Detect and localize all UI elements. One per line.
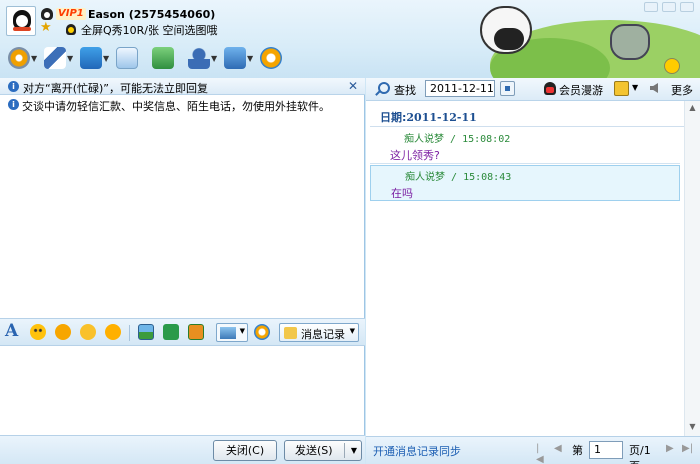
sprout-cartoon-icon (664, 58, 680, 74)
folder-icon (80, 47, 102, 69)
window-controls (644, 2, 694, 12)
history-footer: 开通消息记录同步 |◀ ◀ 第 1 页/1页 ▶ ▶| (366, 436, 700, 464)
vip-badge[interactable]: VIP1 (56, 8, 86, 20)
minimize-button[interactable] (644, 2, 658, 12)
shake-icon[interactable] (55, 324, 71, 340)
close-button[interactable]: 关闭(C) (213, 440, 277, 461)
screen-share-icon (220, 327, 236, 339)
input-toolbar: A ▼ 消息记录 ▼ (0, 318, 365, 346)
prev-page-icon[interactable]: ◀ (554, 443, 562, 454)
send-options-dropdown[interactable]: ▼ (351, 441, 357, 460)
history-toolbar: 查找 2011-12-11 会员漫游 ▼ 更多 (366, 78, 700, 101)
mail-icon (116, 47, 138, 69)
settings-icon (224, 47, 246, 69)
info-icon: i (8, 81, 19, 92)
toolbar-divider (129, 325, 130, 341)
message-sender: 痴人说梦 (404, 134, 444, 145)
message-time: / 15:08:02 (450, 134, 511, 145)
calendar-icon[interactable] (500, 81, 515, 96)
chat-toolbar: ▼ ▼ ▼ ▼ ▼ (8, 46, 290, 70)
info-icon: i (8, 99, 19, 110)
safe-icon[interactable] (254, 324, 270, 340)
security-button[interactable] (260, 46, 290, 70)
message-history-panel: 查找 2011-12-11 会员漫游 ▼ 更多 日期:2011-12-11 痴人… (366, 78, 700, 464)
more-button[interactable]: 更多 (671, 82, 693, 98)
scroll-down-icon[interactable]: ▼ (687, 422, 698, 434)
qq-show-icon (66, 24, 76, 35)
doc-icon (152, 47, 174, 69)
history-icon (284, 327, 297, 339)
cute-icon[interactable] (105, 324, 121, 340)
page-number-input[interactable]: 1 (589, 441, 623, 459)
avatar[interactable] (6, 6, 36, 36)
away-notice-text: 对方“离开(忙碌)”，可能无法立即回复 (23, 82, 208, 95)
video-call-button[interactable]: ▼ (8, 46, 38, 70)
app-button[interactable]: ▼ (224, 46, 254, 70)
member-roaming-link[interactable]: 会员漫游 (559, 82, 603, 98)
mail-button[interactable] (116, 46, 146, 70)
gift-icon[interactable] (80, 324, 96, 340)
screenshot-icon[interactable] (188, 324, 204, 340)
chat-window-header: ★ VIP1 Eason (2575454060) 全屏Q秀10R/张 空间选图… (0, 0, 700, 78)
close-window-button[interactable] (680, 2, 694, 12)
send-bar: 关闭(C) 发送(S) ▼ (0, 435, 365, 464)
scrollbar[interactable]: ▲ ▼ (684, 101, 700, 436)
message-time: / 15:08:43 (451, 172, 512, 183)
pig-cartoon-icon (480, 6, 532, 54)
send-button[interactable]: 发送(S) ▼ (284, 440, 362, 461)
send-file-button[interactable]: ▼ (80, 46, 110, 70)
date-header: 日期:2011-12-11 (370, 105, 684, 127)
contact-name: Eason (2575454060) (88, 8, 216, 21)
close-notice-icon[interactable]: ✕ (348, 79, 358, 93)
date-header-label: 日期: (380, 111, 407, 124)
message-text: 这儿领秀? (390, 149, 440, 162)
screen-share-button[interactable]: ▼ (216, 323, 248, 342)
star-icon: ★ (40, 20, 52, 35)
sms-button[interactable] (152, 46, 182, 70)
message-sender: 痴人说梦 (405, 172, 445, 183)
cat-cartoon-icon (610, 24, 650, 60)
member-penguin-icon (544, 82, 556, 95)
first-page-icon[interactable]: |◀ (536, 443, 544, 464)
chat-left-panel: i 对方“离开(忙碌)”，可能无法立即回复 ✕ i 交谈中请勿轻信汇款、中奖信息… (0, 78, 365, 464)
list-item[interactable]: 痴人说梦 / 15:08:43 在吗 (370, 165, 680, 201)
chevron-down-icon[interactable]: ▼ (632, 83, 638, 92)
date-picker-input[interactable]: 2011-12-11 (425, 80, 495, 97)
video-icon (8, 47, 30, 69)
font-icon[interactable]: A (5, 321, 21, 341)
music-icon[interactable] (163, 324, 179, 340)
qq-status-penguin-icon (41, 8, 53, 20)
multi-chat-button[interactable]: ▼ (188, 46, 218, 70)
safety-warning-text: 交谈中请勿轻信汇款、中奖信息、陌生电话，勿使用外挂软件。 (22, 100, 330, 113)
date-header-value: 2011-12-11 (406, 111, 477, 124)
message-history-label: 消息记录 (301, 328, 345, 341)
image-icon[interactable] (138, 324, 154, 340)
message-history-button[interactable]: 消息记录 ▼ (279, 323, 359, 342)
voice-call-button[interactable]: ▼ (44, 46, 74, 70)
message-list: 日期:2011-12-11 痴人说梦 / 15:08:02 这儿领秀? 痴人说梦… (370, 105, 684, 418)
skin-icon[interactable] (614, 81, 629, 96)
away-notice-bar: i 对方“离开(忙碌)”，可能无法立即回复 ✕ (0, 78, 365, 95)
next-page-icon[interactable]: ▶ (666, 443, 674, 454)
mic-icon (44, 47, 66, 69)
list-item[interactable]: 痴人说梦 / 15:08:02 这儿领秀? (370, 128, 680, 164)
maximize-button[interactable] (662, 2, 676, 12)
sync-history-link[interactable]: 开通消息记录同步 (373, 443, 461, 459)
page-total: 页/1页 (629, 444, 651, 464)
message-text: 在吗 (391, 187, 413, 200)
search-icon[interactable] (378, 82, 390, 94)
scroll-up-icon[interactable]: ▲ (687, 103, 698, 115)
people-icon (188, 47, 210, 69)
smile-icon[interactable] (30, 324, 46, 340)
last-page-icon[interactable]: ▶| (682, 443, 693, 454)
find-label[interactable]: 查找 (394, 82, 416, 98)
send-label: 发送(S) (295, 444, 333, 457)
safe-icon (260, 47, 282, 69)
page-prefix: 第 (572, 444, 583, 457)
speaker-icon[interactable] (650, 83, 658, 93)
contact-status-message[interactable]: 全屏Q秀10R/张 空间选图哦 (81, 22, 218, 38)
